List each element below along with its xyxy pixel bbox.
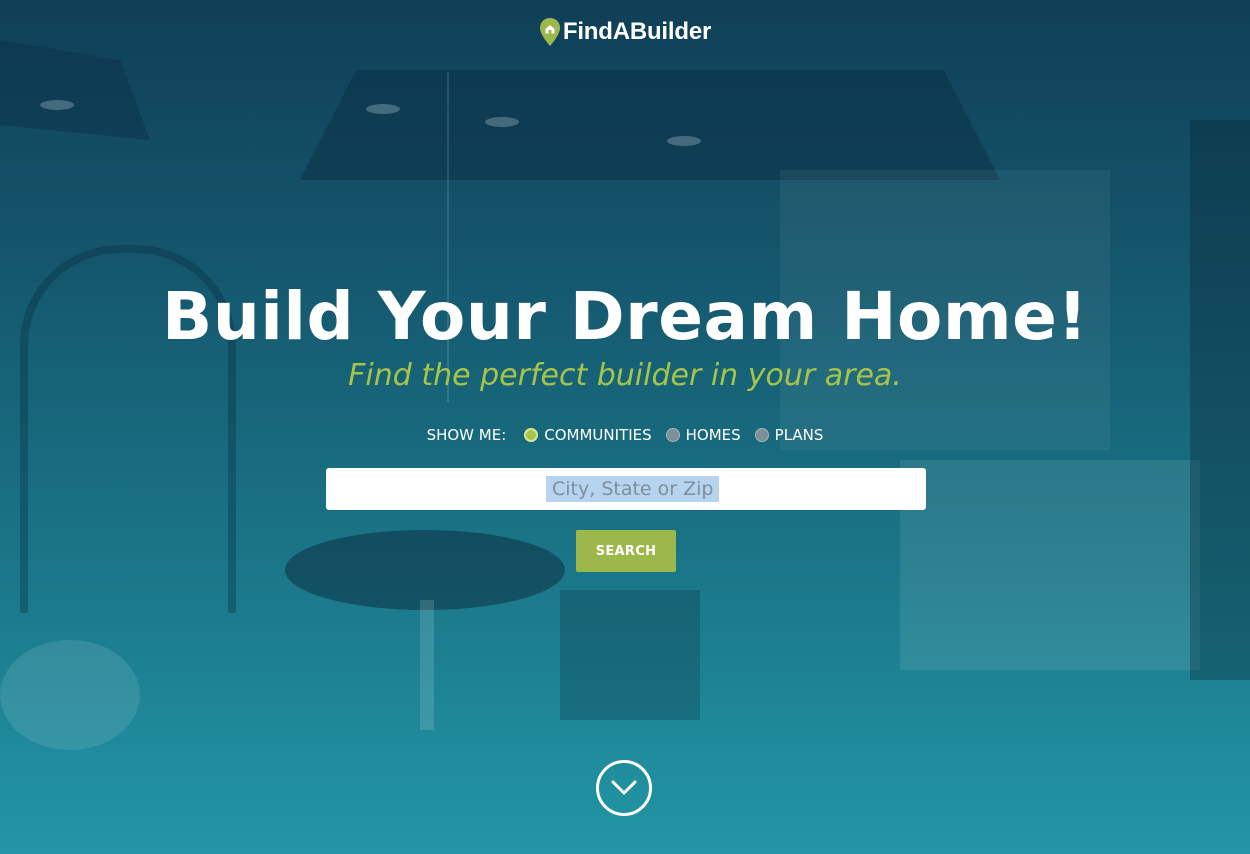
- hero-headline: Build Your Dream Home!: [162, 278, 1088, 355]
- site-logo[interactable]: FindABuilder: [0, 17, 1250, 47]
- radio-button[interactable]: [665, 428, 680, 442]
- show-me-label: SHOW ME:: [426, 426, 507, 444]
- location-search-input[interactable]: [326, 467, 926, 511]
- radio-button[interactable]: [754, 428, 769, 442]
- radio-label-plans: PLANS: [774, 426, 824, 444]
- chevron-down-icon: [611, 780, 637, 795]
- hero-subheadline: Find the perfect builder in your area.: [348, 358, 902, 393]
- radio-label-communities: COMMUNITIES: [544, 426, 652, 444]
- radio-homes[interactable]: HOMES: [665, 426, 741, 444]
- map-pin-house-icon: [539, 18, 560, 46]
- logo-text: FindABuilder: [562, 18, 712, 45]
- scroll-down-button[interactable]: [596, 760, 652, 816]
- search-type-selector: SHOW ME: COMMUNITIES HOMES PLANS: [0, 426, 1250, 444]
- location-search-box: City, State or Zip: [326, 467, 926, 511]
- radio-label-homes: HOMES: [685, 426, 741, 444]
- radio-plans[interactable]: PLANS: [754, 426, 824, 444]
- radio-communities[interactable]: COMMUNITIES: [524, 426, 652, 444]
- radio-button-checked[interactable]: [524, 428, 539, 442]
- search-button[interactable]: SEARCH: [576, 530, 676, 572]
